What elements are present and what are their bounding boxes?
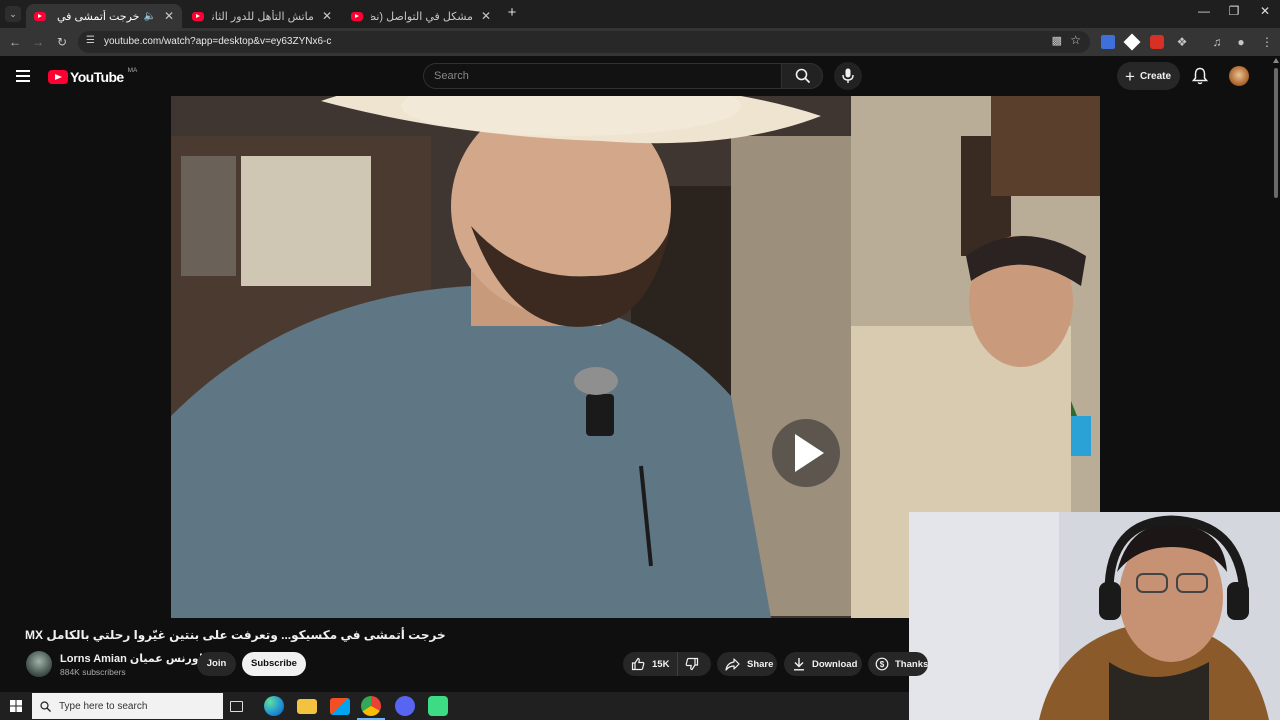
tab-2[interactable]: ماتش التأهل للدور الثاني؟ (التشكيلة ✕ [184,4,340,28]
like-count: 15K [652,658,670,670]
speaker-icon[interactable]: 🔈 [143,11,155,22]
microphone-icon [842,68,854,83]
hamburger-menu-icon[interactable] [16,70,30,82]
chrome-taskbar-icon[interactable] [361,696,381,716]
download-label: Download [812,658,858,670]
profile-icon[interactable]: ● [1233,34,1249,50]
notifications-bell-icon[interactable] [1192,67,1208,85]
windows-taskbar: Type here to search [0,692,909,720]
plus-icon: + [1125,66,1135,86]
youtube-header: YouTube MA + Create [0,56,1280,96]
search-icon [795,68,811,84]
youtube-logo-text: YouTube [70,69,124,85]
task-view-icon[interactable] [230,701,243,712]
like-dislike-group: 15K [623,652,711,676]
bookmark-star-icon[interactable]: ☆ [1070,33,1081,47]
tab-active[interactable]: خرجت أتمشى في مكسيكو... 🔈 ✕ [26,4,182,28]
close-tab-icon[interactable]: ✕ [322,9,332,23]
subscriber-count: 884K subscribers [60,667,126,677]
youtube-favicon-icon [34,11,46,21]
create-label: Create [1139,70,1172,82]
dislike-button[interactable] [678,652,711,676]
thumbs-down-icon [685,657,699,671]
webcam-overlay [909,512,1280,720]
chrome-menu-icon[interactable]: ⋮ [1259,34,1275,50]
extensions-puzzle-icon[interactable]: ❖ [1174,34,1190,50]
play-icon [795,434,824,472]
download-button[interactable]: Download [784,652,862,676]
close-tab-icon[interactable]: ✕ [481,9,491,23]
youtube-play-logo-icon [48,70,68,84]
region-code: MA [127,66,138,74]
channel-avatar[interactable] [26,651,52,677]
scroll-up-arrow-icon[interactable] [1273,58,1279,63]
extension-red-icon[interactable] [1150,35,1164,49]
translate-extension-icon[interactable] [1101,35,1115,49]
tab-title: خرجت أتمشى في مكسيكو... [54,10,140,23]
taskbar-search-box[interactable]: Type here to search [32,693,223,719]
tab-title: ماتش التأهل للدور الثاني؟ (التشكيلة [212,10,314,23]
media-control-icon[interactable]: ♫ [1209,34,1225,50]
thanks-button[interactable]: $ Thanks [868,652,928,676]
create-button[interactable]: + Create [1117,62,1180,90]
thanks-icon: $ [875,657,889,671]
site-info-icon[interactable]: ☰ [86,35,95,46]
extension-diamond-icon[interactable] [1123,33,1141,51]
search-icon [40,700,51,712]
back-icon[interactable]: ← [7,34,23,50]
discord-icon[interactable] [395,696,415,716]
windows-start-icon[interactable] [10,700,22,712]
install-app-icon[interactable]: ▩ [1052,34,1062,47]
share-label: Share [747,658,774,670]
svg-text:$: $ [880,660,885,669]
tab-title: مشكل في التواصل (نظرية البراكة) [371,10,473,23]
edge-browser-icon[interactable] [264,696,284,716]
browser-tab-strip: ⌄ خرجت أتمشى في مكسيكو... 🔈 ✕ ماتش التأه… [0,0,1280,28]
tab-3[interactable]: مشكل في التواصل (نظرية البراكة) ✕ [343,4,499,28]
channel-name[interactable]: Lorns Amian لورنس عميان [60,652,214,665]
search-input[interactable] [424,64,781,88]
taskbar-search-placeholder: Type here to search [59,700,148,712]
share-icon [725,657,740,671]
reload-icon[interactable]: ↻ [54,34,70,50]
thanks-label: Thanks [895,658,928,670]
close-window-icon[interactable]: ✕ [1249,4,1280,18]
tab-search-icon[interactable]: ⌄ [5,6,21,22]
join-button[interactable]: Join [197,652,236,676]
restore-icon[interactable]: ❐ [1218,4,1250,18]
thumbs-up-icon [631,657,645,671]
voice-search-button[interactable] [834,62,862,90]
youtube-logo[interactable]: YouTube MA [48,66,138,85]
download-icon [794,658,804,671]
user-avatar[interactable] [1229,66,1249,86]
minimize-icon[interactable]: — [1188,4,1220,18]
share-button[interactable]: Share [717,652,777,676]
youtube-favicon-icon [192,11,204,21]
green-app-icon[interactable] [428,696,448,716]
page-scrollbar[interactable] [1272,56,1280,512]
search-button[interactable] [781,63,823,89]
forward-icon[interactable]: → [30,34,46,50]
microsoft-store-icon[interactable] [330,698,350,715]
file-explorer-icon[interactable] [297,699,317,714]
channel-name-text: Lorns Amian لورنس عميان [60,653,203,665]
video-title: خرجت أتمشى في مكسيكو... وتعرفت على بنتين… [25,628,446,642]
url-text: youtube.com/watch?app=desktop&v=ey63ZYNx… [104,36,332,47]
like-button[interactable]: 15K [623,652,678,676]
close-tab-icon[interactable]: ✕ [164,9,174,23]
youtube-favicon-icon [351,11,363,21]
play-button[interactable] [772,419,840,487]
search-box [423,63,781,89]
address-bar[interactable]: ☰ youtube.com/watch?app=desktop&v=ey63ZY… [78,31,1090,53]
scrollbar-thumb[interactable] [1274,68,1278,198]
browser-toolbar: ← → ↻ ☰ youtube.com/watch?app=desktop&v=… [0,28,1280,56]
new-tab-button[interactable]: + [496,4,528,21]
webcam-person-illustration [909,512,1280,720]
subscribe-button[interactable]: Subscribe [242,652,306,676]
